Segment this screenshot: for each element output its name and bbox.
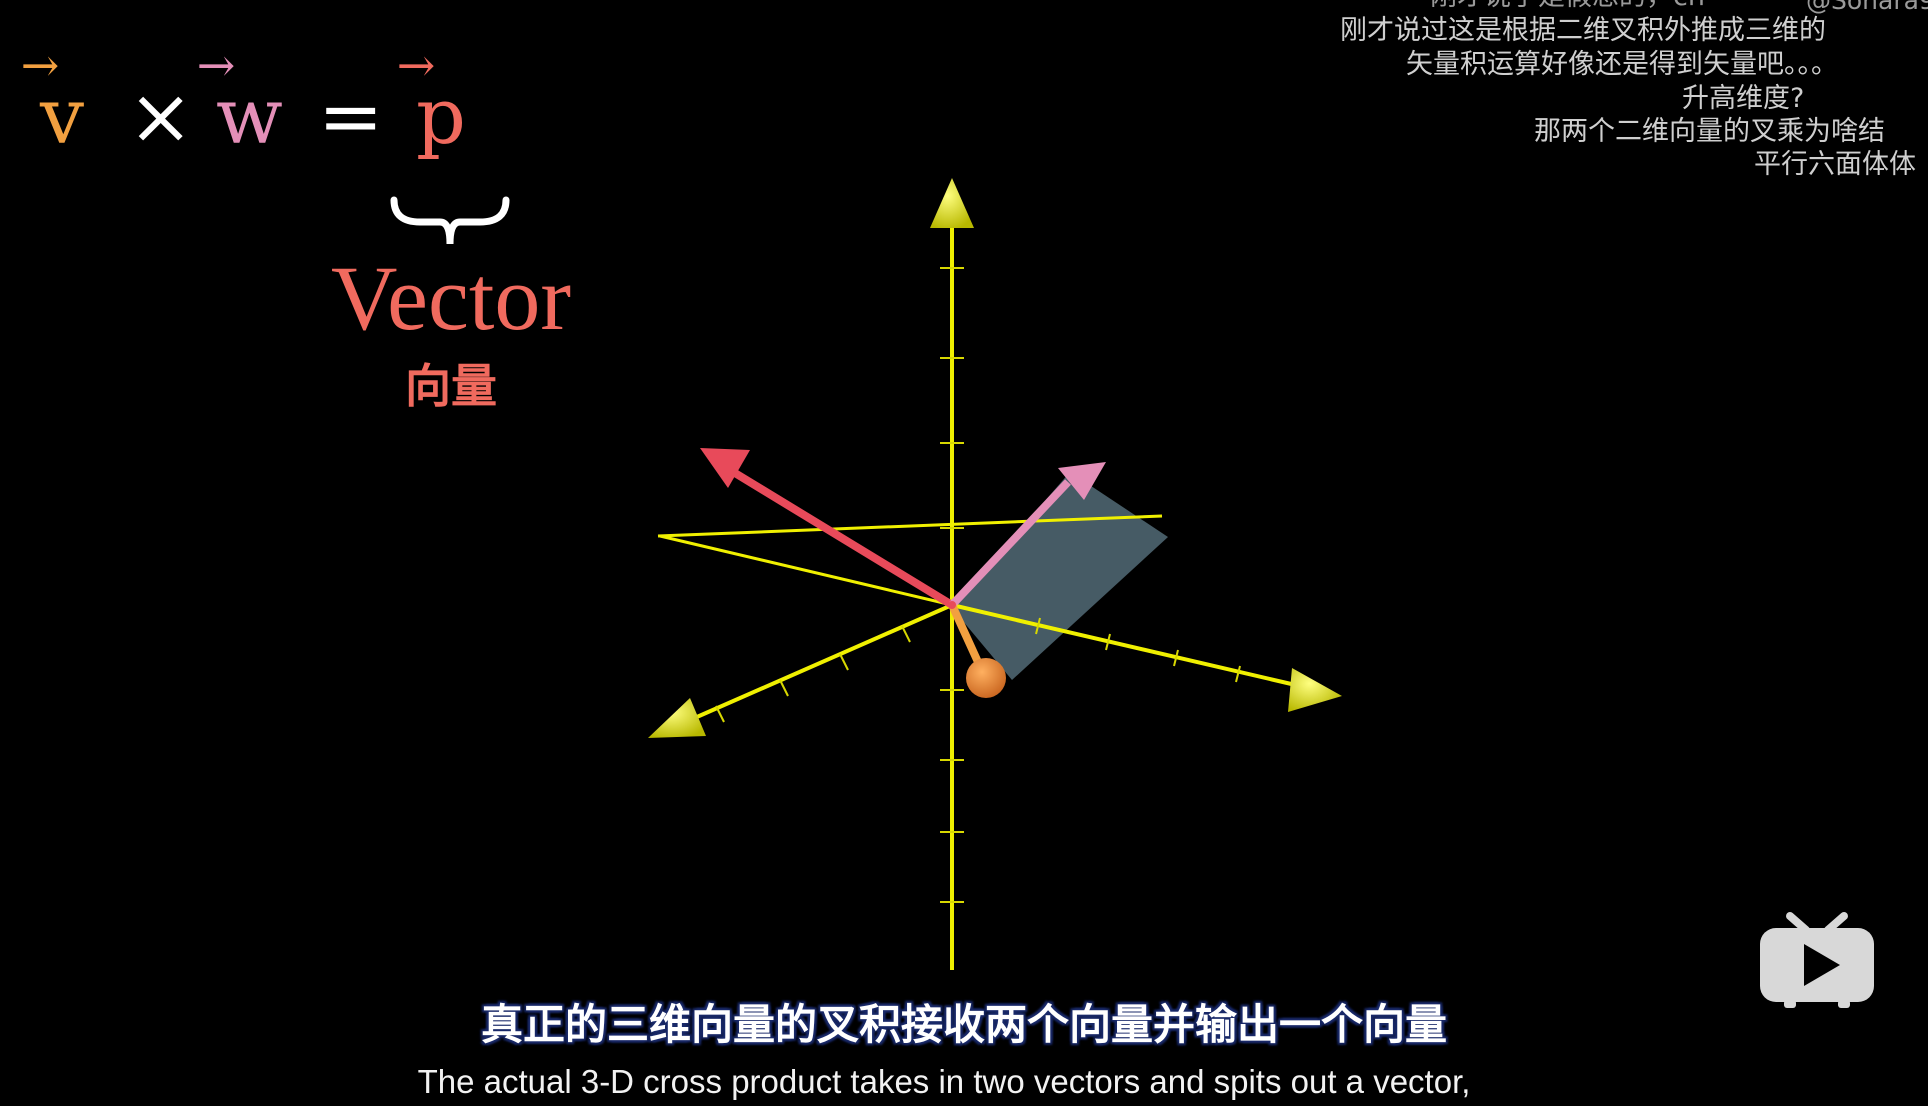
danmaku-comment: 那两个二维向量的叉乘为啥结: [1534, 116, 1885, 147]
w-letter: w: [216, 72, 283, 162]
underbrace: [390, 196, 510, 245]
danmaku-comment: 平行六面体体: [1754, 149, 1916, 180]
p-letter: p: [416, 72, 466, 162]
origin-point: [948, 601, 956, 609]
danmaku-comment: 刚才说过这是根据二维叉积外推成三维的: [1340, 15, 1826, 46]
x-axis-ticks: [715, 625, 911, 723]
cross-product-3d-scene: [648, 178, 1342, 970]
x-axis-arrowhead: [648, 698, 706, 738]
z-axis-arrowhead: [930, 178, 974, 228]
v-letter: v: [40, 72, 85, 162]
y-axis-front: [659, 534, 953, 607]
danmaku-comment: 刚才说了是假想的，cn: [1430, 0, 1705, 14]
right-axis-arrowhead: [1288, 668, 1342, 712]
video-frame: → v × → w = → p Vector 向量 刚才说了是假想的，cn @S…: [0, 0, 1928, 1106]
vector-label: Vector: [330, 247, 572, 349]
p-vector: [727, 466, 955, 609]
equals-symbol: =: [318, 72, 384, 162]
subtitle-chinese: 真正的三维向量的叉积接收两个向量并输出一个向量: [480, 1000, 1447, 1049]
subtitle-english: The actual 3-D cross product takes in tw…: [417, 1063, 1471, 1100]
danmaku-comment: 升高维度?: [1682, 83, 1805, 114]
times-symbol: ×: [128, 72, 194, 162]
bilibili-tv-play-icon[interactable]: [1756, 900, 1878, 1010]
vector-label-chinese: 向量: [405, 359, 497, 413]
v-vector-arrowhead: [966, 658, 1006, 698]
x-axis: [689, 603, 953, 722]
danmaku-comment: 矢量积运算好像还是得到矢量吧。。。: [1406, 49, 1838, 80]
